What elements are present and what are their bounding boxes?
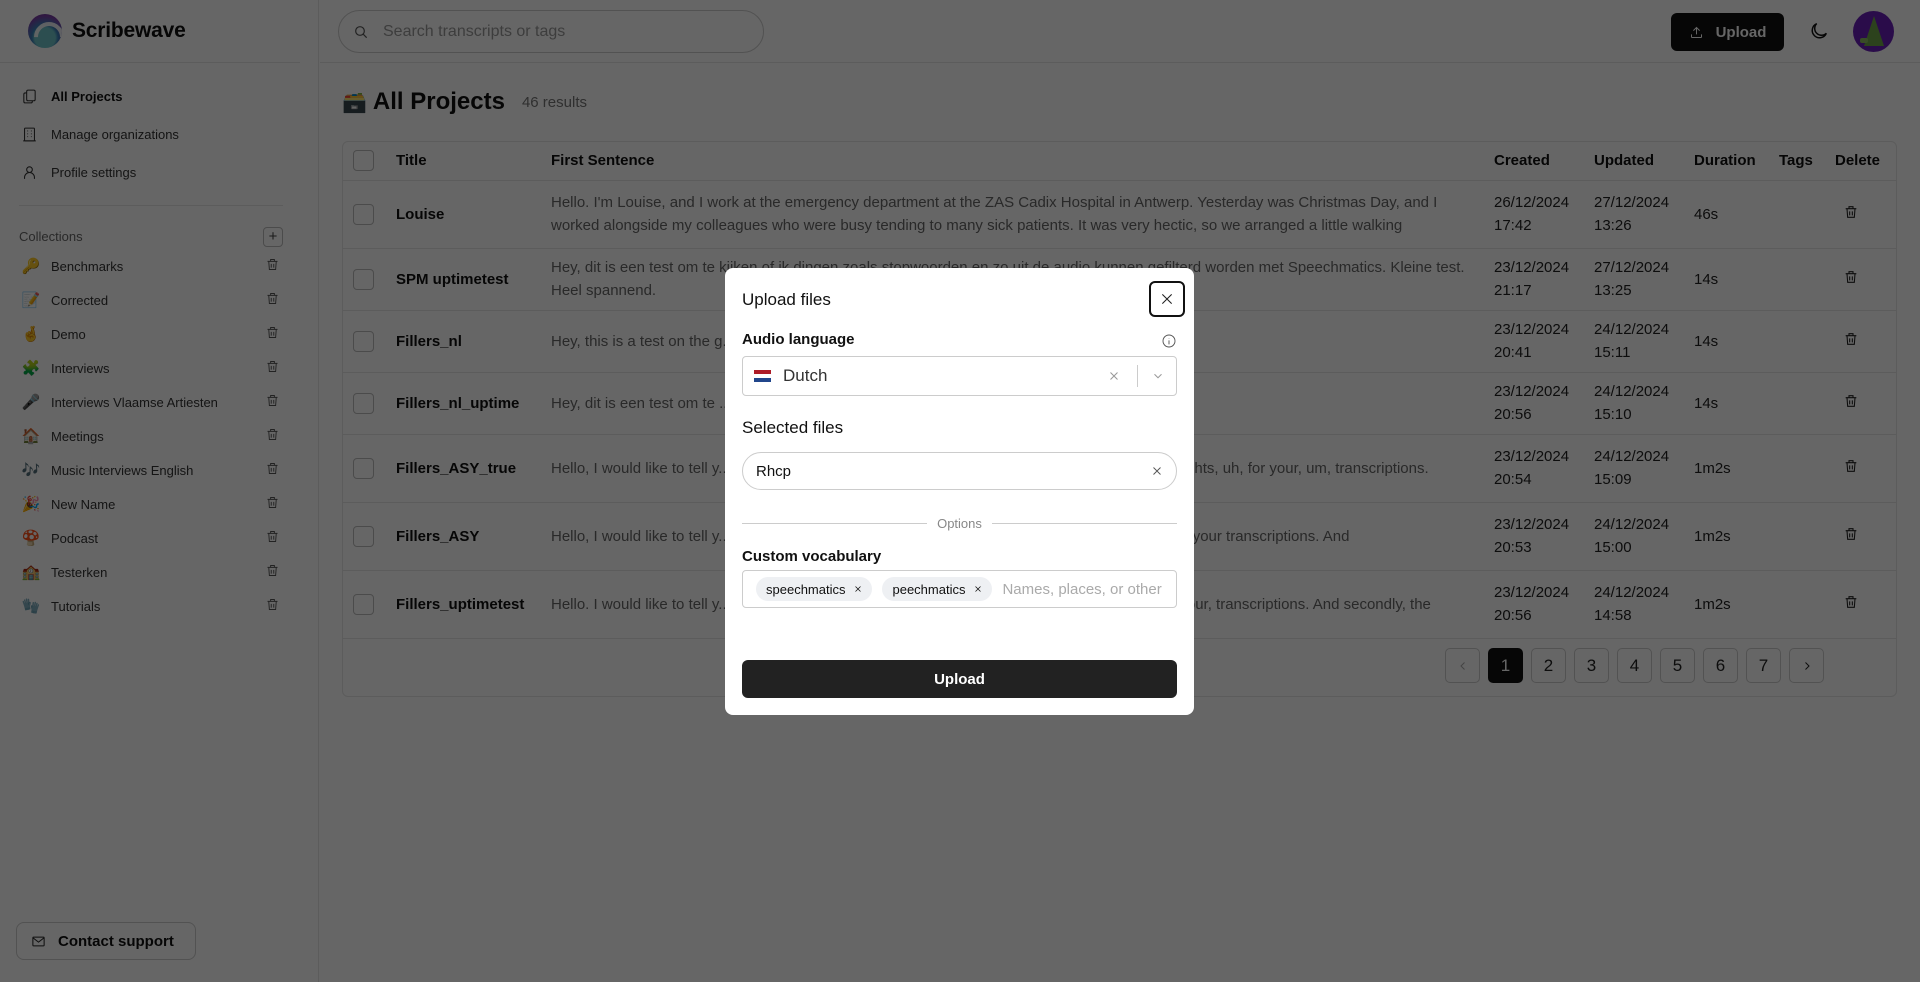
options-divider-label: Options <box>937 516 982 531</box>
modal-upload-button[interactable]: Upload <box>742 660 1177 698</box>
divider-line <box>742 523 928 524</box>
remove-chip-icon[interactable] <box>853 584 863 594</box>
upload-files-modal: Upload files Audio language Dutch Select… <box>725 268 1194 715</box>
remove-chip-icon[interactable] <box>973 584 983 594</box>
select-separator <box>1137 365 1138 387</box>
selected-file-item: Rhcp <box>742 452 1177 490</box>
audio-language-label: Audio language <box>742 331 855 348</box>
divider-line <box>991 523 1177 524</box>
chevron-down-icon <box>1154 373 1162 379</box>
info-icon[interactable] <box>1161 333 1177 349</box>
selected-files-title: Selected files <box>742 418 844 437</box>
audio-language-value: Dutch <box>783 366 828 385</box>
audio-language-select[interactable]: Dutch <box>742 356 1177 396</box>
selected-file-name: Rhcp <box>756 462 792 480</box>
close-icon <box>1161 293 1173 305</box>
custom-vocabulary-input[interactable]: speechmatics peechmatics <box>742 570 1177 608</box>
netherlands-flag-icon <box>754 370 771 382</box>
vocabulary-chip-label: peechmatics <box>892 581 966 597</box>
modal-title: Upload files <box>742 290 831 309</box>
clear-icon <box>1110 372 1118 380</box>
remove-file-icon[interactable] <box>1150 464 1164 478</box>
language-dropdown-toggle[interactable] <box>1146 369 1170 383</box>
modal-close-button[interactable] <box>1149 281 1185 317</box>
options-divider: Options <box>742 516 1177 531</box>
vocabulary-chip: peechmatics <box>882 577 993 601</box>
custom-vocabulary-label: Custom vocabulary <box>742 548 882 565</box>
vocabulary-chip-label: speechmatics <box>766 581 846 597</box>
vocabulary-chip: speechmatics <box>756 577 873 601</box>
clear-language-button[interactable] <box>1099 369 1129 383</box>
custom-vocabulary-text-input[interactable] <box>1002 580 1176 598</box>
